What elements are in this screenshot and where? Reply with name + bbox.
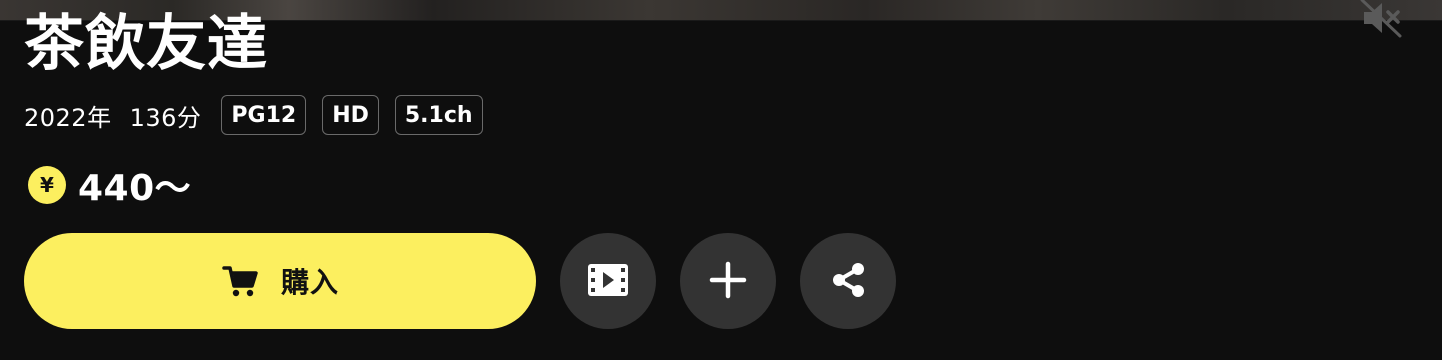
release-year: 2022年	[24, 103, 112, 132]
share-icon	[828, 260, 868, 303]
price-row: ¥ 440〜	[28, 164, 191, 209]
share-button[interactable]	[800, 233, 896, 329]
volume-mute-icon	[1360, 0, 1404, 42]
yen-coin-icon: ¥	[28, 166, 66, 204]
plus-icon	[708, 260, 748, 303]
quality-badge: HD	[322, 95, 379, 135]
shopping-cart-icon	[221, 261, 261, 301]
trailer-button[interactable]	[560, 233, 656, 329]
buy-button[interactable]: 購入	[24, 233, 536, 329]
title-detail-panel: 茶飲友達 2022年 136分 PG12 HD 5.1ch ¥ 440〜 購入	[0, 0, 1442, 360]
film-play-icon	[586, 260, 630, 303]
page-title: 茶飲友達	[24, 9, 268, 79]
rating-badge: PG12	[221, 95, 307, 135]
audio-badge: 5.1ch	[394, 95, 483, 135]
buy-button-label: 購入	[280, 267, 339, 298]
mute-button[interactable]	[1358, 0, 1406, 40]
price-value: 440〜	[78, 168, 192, 209]
add-to-list-button[interactable]	[680, 233, 776, 329]
meta-row: 2022年 136分 PG12 HD 5.1ch	[24, 94, 499, 136]
runtime: 136分	[129, 103, 202, 132]
